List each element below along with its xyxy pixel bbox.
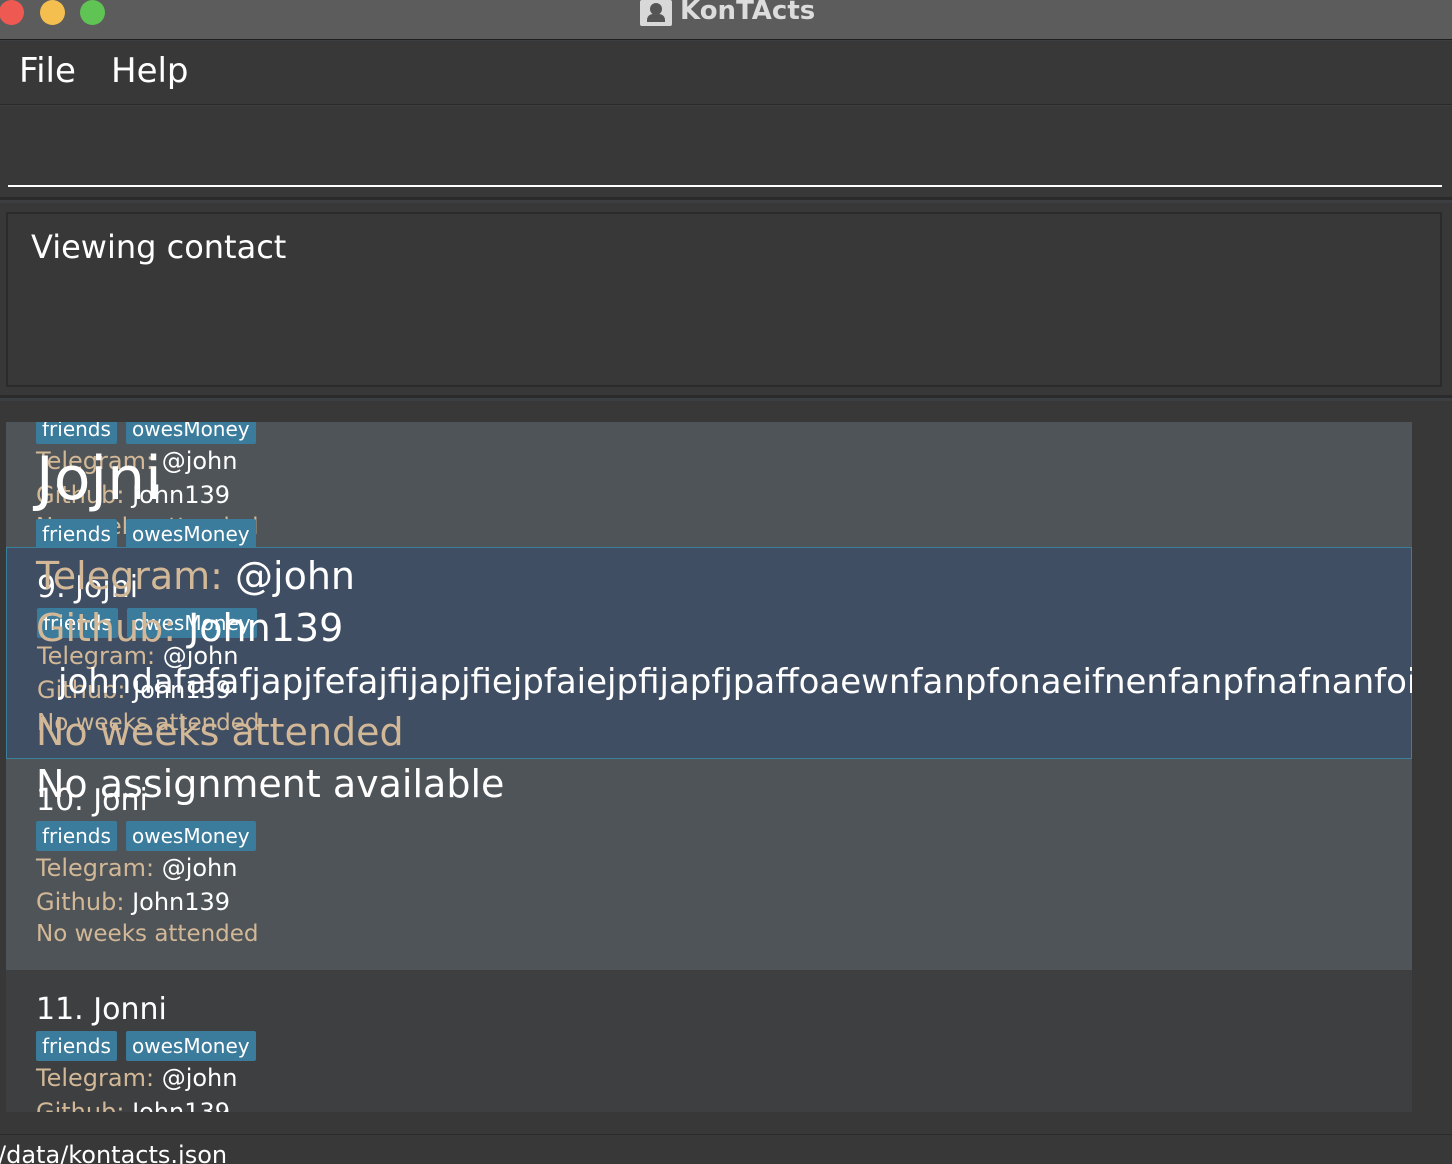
detail-github-label: Github: — [36, 606, 176, 650]
zoom-window-button[interactable] — [80, 0, 105, 25]
telegram-value: @john — [161, 854, 238, 882]
tag-friends: friends — [36, 821, 117, 851]
telegram-value: @john — [161, 1064, 238, 1092]
minimize-window-button[interactable] — [40, 0, 65, 25]
detail-telegram-label: Telegram: — [36, 554, 223, 598]
command-input[interactable] — [8, 106, 1442, 187]
app-logo-icon — [640, 0, 672, 26]
github-label: Github: — [36, 1098, 125, 1112]
detail-assignment: No assignment available — [36, 762, 505, 806]
result-display-panel: Viewing contact — [0, 203, 1452, 398]
contact-name: 11. Jonni — [36, 992, 167, 1027]
result-message: Viewing contact — [31, 228, 287, 266]
save-location: /data/kontacts.json — [0, 1141, 228, 1164]
github-value: John139 — [132, 1098, 231, 1112]
detail-github-value: John139 — [188, 606, 344, 650]
detail-weeks-attended: No weeks attended — [36, 710, 404, 754]
telegram-label: Telegram: — [36, 1064, 155, 1092]
detail-telegram-row: Telegram: @john — [36, 554, 355, 598]
title-bar: KonTActs — [0, 0, 1452, 40]
detail-contact-name: Jojni — [36, 444, 162, 514]
tag-friends: friends — [36, 422, 117, 444]
command-box-panel — [0, 106, 1452, 200]
github-row: Github: John139 — [36, 1098, 230, 1112]
detail-github-row: Github: John139 — [36, 606, 343, 650]
tag-owesmoney: owesMoney — [126, 519, 256, 549]
weeks-attended: No weeks attended — [36, 921, 259, 947]
telegram-value: @john — [161, 447, 238, 475]
tag-owesmoney: owesMoney — [126, 821, 256, 851]
menu-file[interactable]: File — [19, 51, 76, 91]
github-row: Github: John139 — [36, 888, 230, 916]
github-label: Github: — [36, 888, 125, 916]
contact-card-11[interactable]: 11. Jonni friends owesMoney Telegram: @j… — [6, 970, 1412, 1112]
window-title: KonTActs — [680, 0, 816, 26]
telegram-row: Telegram: @john — [36, 1064, 237, 1092]
menu-help[interactable]: Help — [111, 51, 189, 91]
tag-friends: friends — [36, 1031, 117, 1061]
contact-list-panel: friends owesMoney Telegram: @john Github… — [0, 401, 1452, 1134]
close-window-button[interactable] — [0, 0, 24, 25]
menu-bar: File Help — [0, 41, 1452, 105]
detail-telegram-value: @john — [235, 554, 355, 598]
tag-friends: friends — [36, 519, 117, 549]
contact-list[interactable]: friends owesMoney Telegram: @john Github… — [6, 422, 1412, 1112]
telegram-label: Telegram: — [36, 854, 155, 882]
tag-owesmoney: owesMoney — [126, 422, 256, 444]
detail-repo: johndafafafjapjfefajfijapjfiejpfaiejpfij… — [58, 662, 1412, 702]
telegram-row: Telegram: @john — [36, 854, 237, 882]
tag-owesmoney: owesMoney — [126, 1031, 256, 1061]
result-display: Viewing contact — [6, 212, 1442, 387]
github-value: John139 — [132, 888, 231, 916]
status-bar: /data/kontacts.json — [0, 1134, 1452, 1164]
